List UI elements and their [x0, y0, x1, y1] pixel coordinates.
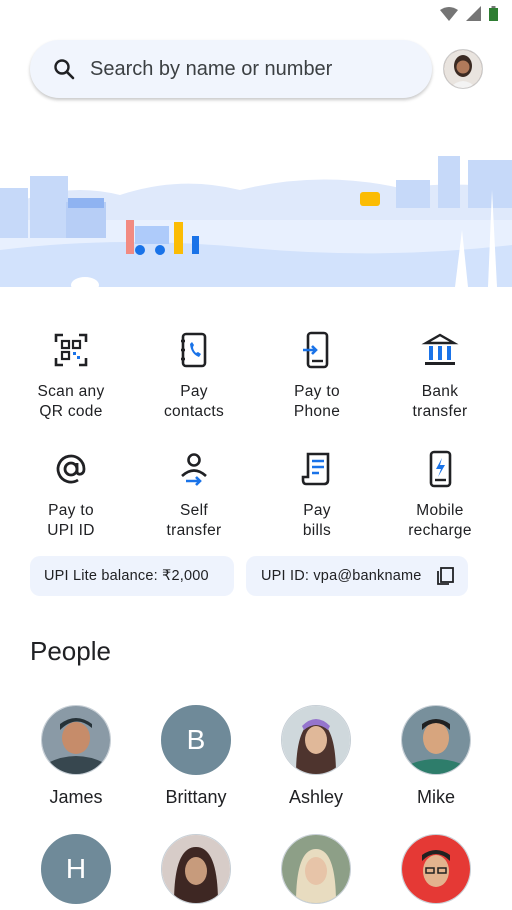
- avatar: [161, 834, 231, 904]
- bank-transfer-button[interactable]: Bank transfer: [380, 330, 500, 422]
- action-label: Bank transfer: [412, 383, 468, 420]
- contact-8[interactable]: [376, 834, 496, 904]
- scan-qr-button[interactable]: Scan any QR code: [11, 330, 131, 422]
- self-transfer-icon: [181, 453, 207, 486]
- upi-lite-balance-text: UPI Lite balance: ₹2,000: [44, 568, 209, 584]
- status-bar: [0, 0, 512, 30]
- upi-id-text: UPI ID: vpa@bankname: [261, 568, 422, 584]
- avatar: [41, 705, 111, 775]
- bill-icon: [301, 452, 330, 486]
- pay-bills-button[interactable]: Pay bills: [257, 449, 377, 541]
- search-placeholder: Search by name or number: [90, 57, 333, 80]
- pay-contacts-button[interactable]: Pay contacts: [134, 330, 254, 422]
- pay-upi-id-button[interactable]: Pay to UPI ID: [11, 449, 131, 541]
- contact-brittany[interactable]: B Brittany: [136, 705, 256, 808]
- action-label: Pay to Phone: [293, 383, 341, 420]
- contact-h[interactable]: H: [16, 834, 136, 904]
- battery-icon: [489, 6, 498, 21]
- wifi-icon: [440, 6, 458, 21]
- contact-6[interactable]: [136, 834, 256, 904]
- avatar: H: [41, 834, 111, 904]
- promo-banner-illustration: [0, 150, 512, 293]
- avatar: B: [161, 705, 231, 775]
- action-label: Scan any QR code: [37, 383, 105, 420]
- bank-icon: [421, 333, 459, 365]
- people-section-title: People: [30, 636, 111, 666]
- contact-mike[interactable]: Mike: [376, 705, 496, 808]
- action-label: Pay contacts: [163, 383, 225, 420]
- contact-ashley[interactable]: Ashley: [256, 705, 376, 808]
- avatar: [401, 834, 471, 904]
- avatar: [281, 705, 351, 775]
- pay-phone-button[interactable]: Pay to Phone: [257, 330, 377, 422]
- profile-avatar[interactable]: [443, 49, 483, 89]
- action-label: Pay to UPI ID: [47, 502, 95, 539]
- copy-icon[interactable]: [436, 567, 454, 585]
- upi-id-chip[interactable]: UPI ID: vpa@bankname: [246, 556, 468, 596]
- contact-name: Mike: [416, 787, 455, 807]
- self-transfer-button[interactable]: Self transfer: [134, 449, 254, 541]
- contacts-icon: [181, 332, 207, 368]
- search-icon: [54, 59, 75, 80]
- search-bar[interactable]: Search by name or number: [30, 40, 432, 98]
- action-label: Self transfer: [166, 502, 222, 539]
- mobile-recharge-icon: [429, 450, 452, 488]
- contact-name: Brittany: [165, 787, 227, 807]
- contact-james[interactable]: James: [16, 705, 136, 808]
- action-label: Pay bills: [302, 502, 332, 539]
- qr-scan-icon: [54, 333, 88, 367]
- signal-icon: [466, 6, 481, 21]
- avatar: [281, 834, 351, 904]
- avatar: [401, 705, 471, 775]
- contact-name: Ashley: [288, 787, 344, 807]
- action-label: Mobile recharge: [408, 502, 472, 539]
- contact-7[interactable]: [256, 834, 376, 904]
- upi-lite-balance-chip[interactable]: UPI Lite balance: ₹2,000: [30, 556, 234, 596]
- mobile-recharge-button[interactable]: Mobile recharge: [380, 449, 500, 541]
- phone-icon: [303, 331, 329, 369]
- at-icon: [56, 454, 86, 484]
- contact-name: James: [49, 787, 103, 807]
